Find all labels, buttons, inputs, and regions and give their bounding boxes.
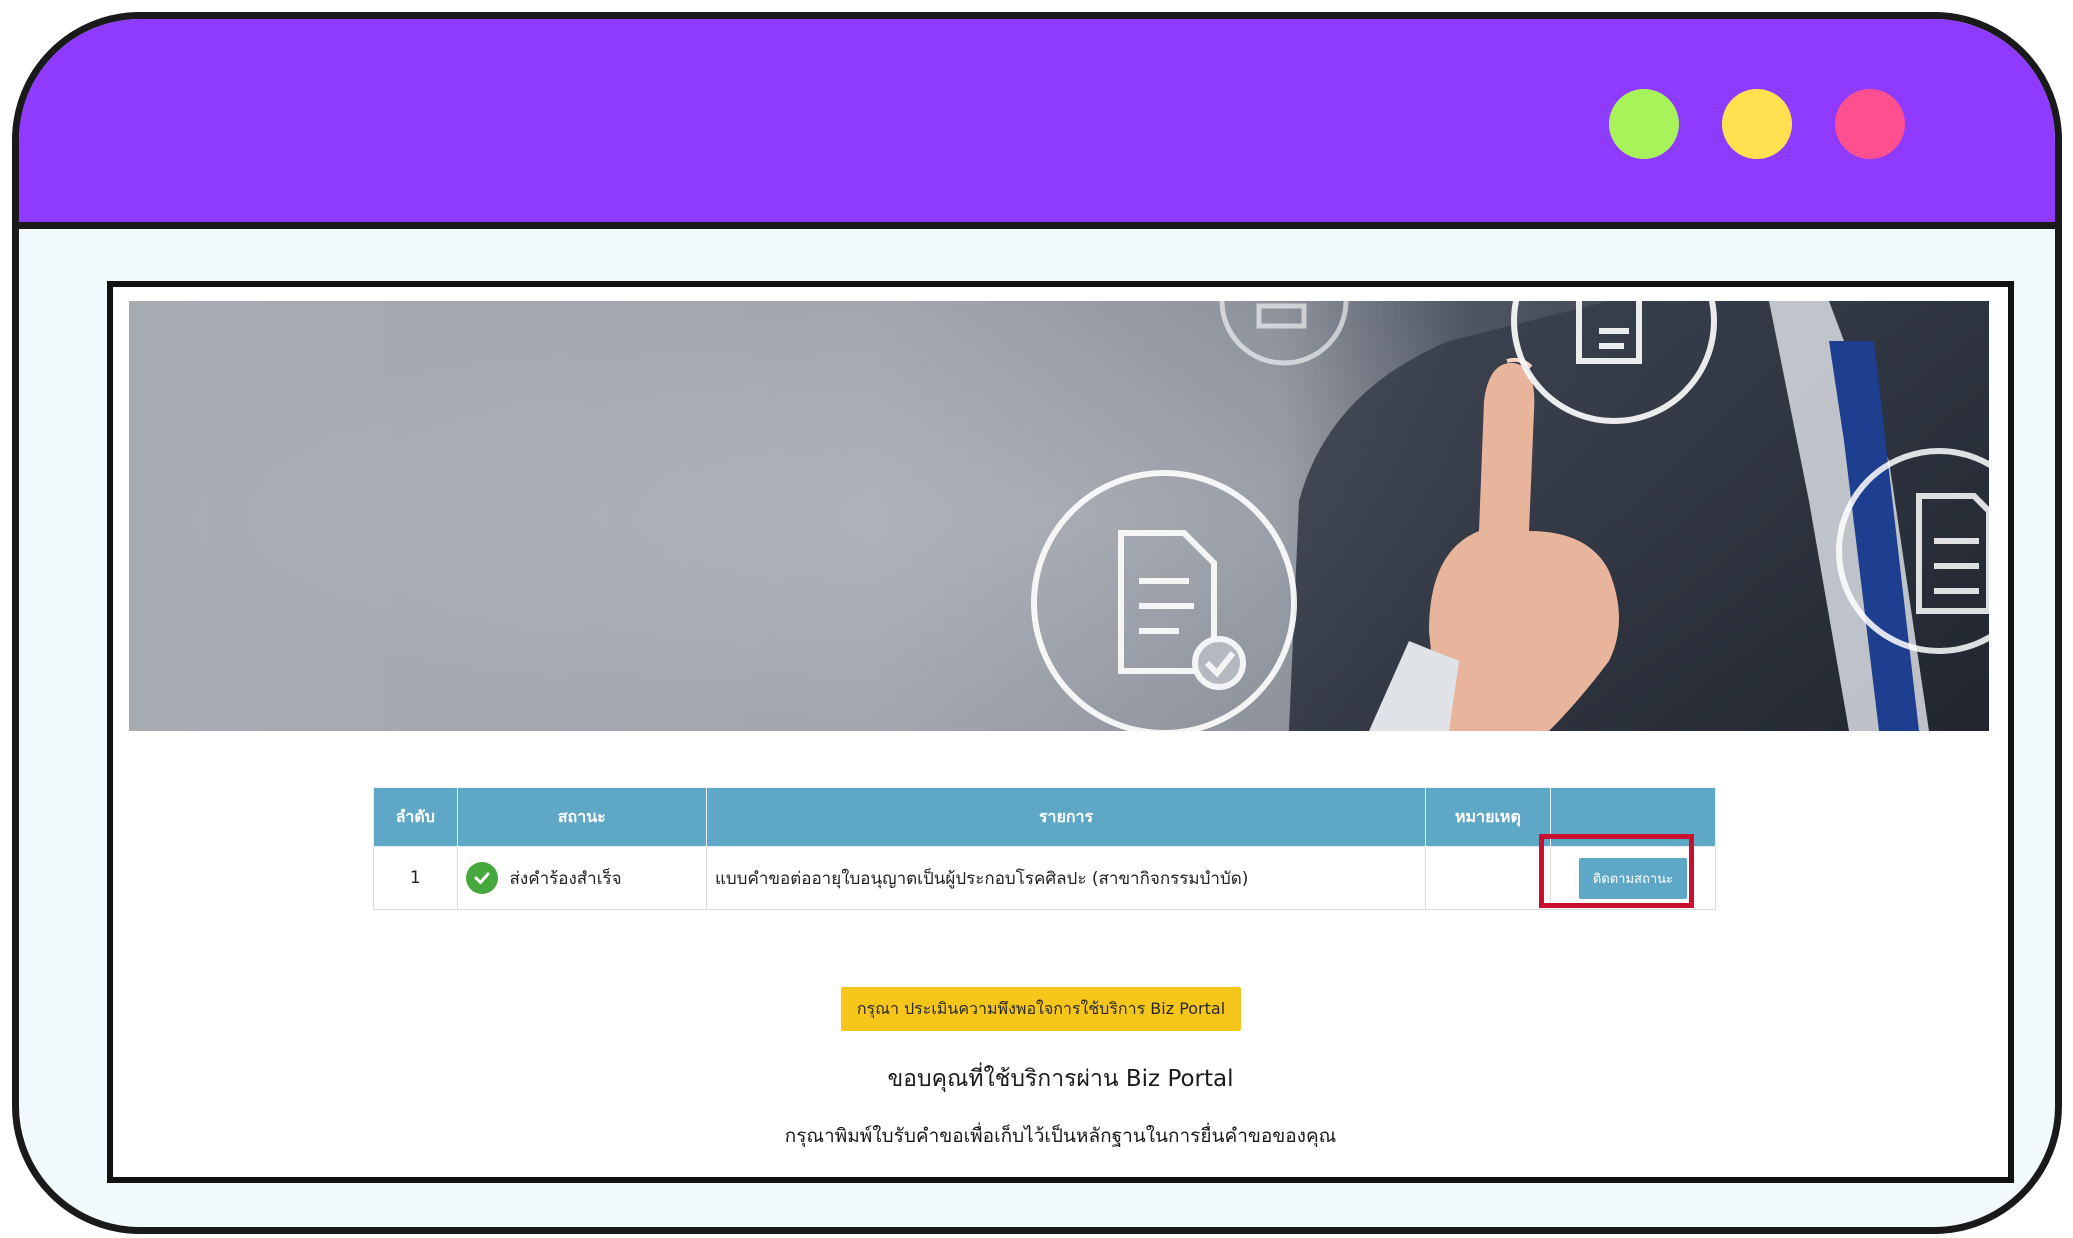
header-action — [1549, 787, 1717, 847]
green-dot[interactable] — [1609, 89, 1679, 159]
row-note — [1425, 846, 1551, 910]
row-action-cell: ติดตามสถานะ — [1549, 846, 1717, 910]
pink-dot[interactable] — [1835, 89, 1905, 159]
table-row: 1 ส่งคำร้องสำเร็จ แบบคำขอต่ออายุใบอนุญาต… — [373, 846, 1717, 910]
row-no: 1 — [373, 846, 458, 910]
track-status-button[interactable]: ติดตามสถานะ — [1578, 857, 1687, 899]
screenshot-frame: ลำดับ สถานะ รายการ หมายเหตุ 1 ส่งคำร้องส… — [107, 281, 2014, 1183]
header-no: ลำดับ — [373, 787, 458, 847]
header-status: สถานะ — [456, 787, 707, 847]
thank-you-text: ขอบคุณที่ใช้บริการผ่าน Biz Portal — [887, 1066, 1234, 1092]
header-note: หมายเหตุ — [1425, 787, 1551, 847]
header-item: รายการ — [705, 787, 1427, 847]
row-status-label: ส่งคำร้องสำเร็จ — [509, 868, 622, 889]
request-table: ลำดับ สถานะ รายการ หมายเหตุ 1 ส่งคำร้องส… — [373, 787, 1717, 910]
hero-banner — [129, 301, 1989, 731]
check-circle-icon — [465, 862, 498, 894]
table-header-row: ลำดับ สถานะ รายการ หมายเหตุ — [373, 787, 1717, 847]
row-item: แบบคำขอต่ออายุใบอนุญาตเป็นผู้ประกอบโรคศิ… — [705, 846, 1427, 910]
yellow-dot[interactable] — [1722, 89, 1792, 159]
browser-window-mockup: ลำดับ สถานะ รายการ หมายเหตุ 1 ส่งคำร้องส… — [12, 12, 2062, 1234]
banner-illustration — [129, 301, 1989, 731]
print-receipt-note: กรุณาพิมพ์ใบรับคำขอเพื่อเก็บไว้เป็นหลักฐ… — [784, 1125, 1337, 1147]
satisfaction-survey-button[interactable]: กรุณา ประเมินความพึงพอใจการใช้บริการ Biz… — [841, 987, 1241, 1031]
row-status-cell: ส่งคำร้องสำเร็จ — [456, 846, 707, 910]
window-titlebar — [19, 19, 2055, 229]
